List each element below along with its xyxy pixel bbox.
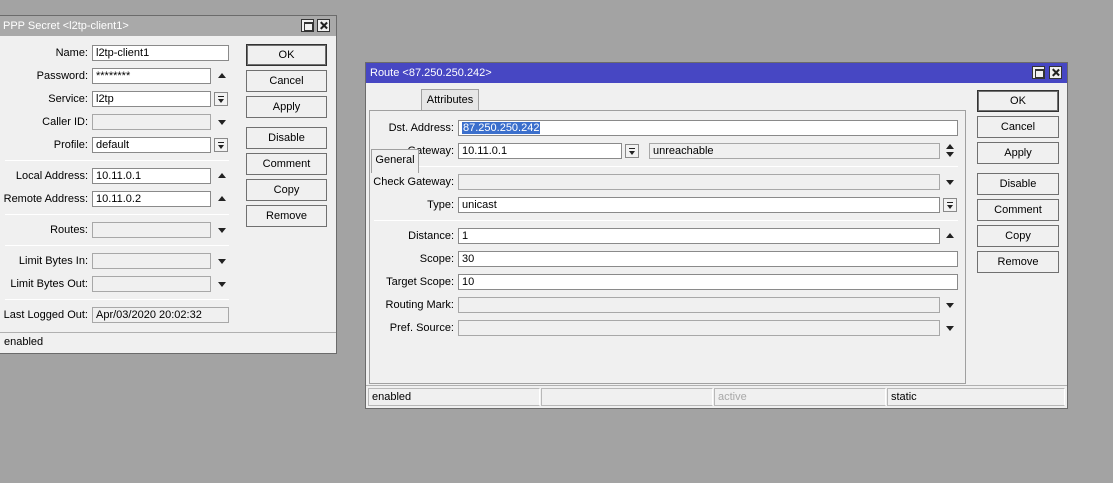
- ppp-secret-window: PPP Secret <l2tp-client1> Name: Password…: [0, 15, 337, 354]
- remote-address-label: Remote Address:: [3, 193, 88, 205]
- pref-source-label: Pref. Source:: [389, 322, 454, 334]
- limit-bytes-in-dropdown-icon[interactable]: [218, 259, 226, 264]
- type-label: Type:: [427, 199, 454, 211]
- remove-button[interactable]: Remove: [246, 205, 327, 227]
- copy-button[interactable]: Copy: [977, 225, 1059, 247]
- separator: [5, 214, 229, 215]
- caller-id-dropdown-icon[interactable]: [218, 120, 226, 125]
- separator: [374, 166, 958, 167]
- ppp-status-bar: enabled: [0, 332, 336, 352]
- service-select[interactable]: l2tp: [92, 91, 211, 107]
- distance-field[interactable]: 1: [458, 228, 940, 244]
- routing-mark-dropdown-icon[interactable]: [946, 303, 954, 308]
- disable-button[interactable]: Disable: [977, 173, 1059, 195]
- close-icon[interactable]: [1049, 66, 1062, 79]
- separator: [5, 160, 229, 161]
- gateway-state-field: unreachable: [649, 143, 940, 159]
- name-field[interactable]: l2tp-client1: [92, 45, 229, 61]
- scope-field[interactable]: 30: [458, 251, 958, 267]
- local-address-label: Local Address:: [15, 170, 88, 182]
- route-status-bar: enabled active static: [366, 385, 1067, 406]
- cancel-button[interactable]: Cancel: [977, 116, 1059, 138]
- password-label: Password:: [36, 70, 88, 82]
- route-window: Route <87.250.250.242> General Attribute…: [365, 62, 1068, 409]
- gateway-field[interactable]: 10.11.0.1: [458, 143, 622, 159]
- status-text: enabled: [4, 336, 44, 348]
- check-gateway-field[interactable]: [458, 174, 940, 190]
- local-address-up-icon[interactable]: [218, 173, 226, 178]
- routing-mark-label: Routing Mark:: [385, 299, 454, 311]
- collapse-up-icon[interactable]: [218, 73, 226, 78]
- scope-label: Scope:: [419, 253, 454, 265]
- dst-address-field[interactable]: 87.250.250.242: [458, 120, 958, 136]
- status-blank: [541, 388, 713, 406]
- distance-label: Distance:: [408, 230, 454, 242]
- routes-dropdown-icon[interactable]: [218, 228, 226, 233]
- name-label: Name:: [55, 47, 88, 59]
- tab-general[interactable]: General: [371, 149, 419, 173]
- gateway-add-remove-icon[interactable]: [945, 144, 955, 158]
- limit-bytes-in-field[interactable]: [92, 253, 211, 269]
- status-static: static: [887, 388, 1065, 406]
- ok-button[interactable]: OK: [246, 44, 327, 66]
- check-gateway-dropdown-icon[interactable]: [946, 180, 954, 185]
- maximize-icon[interactable]: [301, 19, 314, 32]
- profile-select[interactable]: default: [92, 137, 211, 153]
- profile-dropdown-icon[interactable]: [214, 138, 228, 152]
- separator: [5, 299, 229, 300]
- password-field[interactable]: ********: [92, 68, 211, 84]
- limit-bytes-out-dropdown-icon[interactable]: [218, 282, 226, 287]
- apply-button[interactable]: Apply: [977, 142, 1059, 164]
- close-icon[interactable]: [317, 19, 330, 32]
- type-dropdown-icon[interactable]: [943, 198, 957, 212]
- gateway-dropdown-icon[interactable]: [625, 144, 639, 158]
- dst-address-value: 87.250.250.242: [462, 122, 541, 134]
- limit-bytes-out-field[interactable]: [92, 276, 211, 292]
- check-gateway-label: Check Gateway:: [373, 176, 454, 188]
- last-logged-out-field: Apr/03/2020 20:02:32: [92, 307, 229, 323]
- dst-address-label: Dst. Address:: [388, 122, 454, 134]
- cancel-button[interactable]: Cancel: [246, 70, 327, 92]
- routes-field[interactable]: [92, 222, 211, 238]
- ppp-secret-titlebar[interactable]: PPP Secret <l2tp-client1>: [0, 16, 336, 36]
- separator: [374, 220, 958, 221]
- disable-button[interactable]: Disable: [246, 127, 327, 149]
- target-scope-field[interactable]: 10: [458, 274, 958, 290]
- copy-button[interactable]: Copy: [246, 179, 327, 201]
- status-active: active: [714, 388, 886, 406]
- caller-id-label: Caller ID:: [42, 116, 88, 128]
- service-dropdown-icon[interactable]: [214, 92, 228, 106]
- profile-label: Profile:: [53, 139, 88, 151]
- target-scope-label: Target Scope:: [386, 276, 454, 288]
- route-titlebar[interactable]: Route <87.250.250.242>: [366, 63, 1067, 83]
- remote-address-field[interactable]: 10.11.0.2: [92, 191, 211, 207]
- route-title: Route <87.250.250.242>: [370, 67, 492, 79]
- caller-id-field[interactable]: [92, 114, 211, 130]
- type-select[interactable]: unicast: [458, 197, 940, 213]
- remote-address-up-icon[interactable]: [218, 196, 226, 201]
- routes-label: Routes:: [50, 224, 88, 236]
- last-logged-out-label: Last Logged Out:: [3, 309, 88, 321]
- limit-bytes-out-label: Limit Bytes Out:: [10, 278, 88, 290]
- pref-source-dropdown-icon[interactable]: [946, 326, 954, 331]
- separator: [5, 245, 229, 246]
- tab-attributes[interactable]: Attributes: [421, 89, 479, 111]
- status-enabled: enabled: [368, 388, 540, 406]
- remove-button[interactable]: Remove: [977, 251, 1059, 273]
- service-label: Service:: [48, 93, 88, 105]
- ppp-secret-title: PPP Secret <l2tp-client1>: [3, 20, 129, 32]
- pref-source-field[interactable]: [458, 320, 940, 336]
- ok-button[interactable]: OK: [977, 90, 1059, 112]
- apply-button[interactable]: Apply: [246, 96, 327, 118]
- comment-button[interactable]: Comment: [977, 199, 1059, 221]
- maximize-icon[interactable]: [1032, 66, 1045, 79]
- comment-button[interactable]: Comment: [246, 153, 327, 175]
- routing-mark-field[interactable]: [458, 297, 940, 313]
- local-address-field[interactable]: 10.11.0.1: [92, 168, 211, 184]
- distance-up-icon[interactable]: [946, 233, 954, 238]
- limit-bytes-in-label: Limit Bytes In:: [18, 255, 88, 267]
